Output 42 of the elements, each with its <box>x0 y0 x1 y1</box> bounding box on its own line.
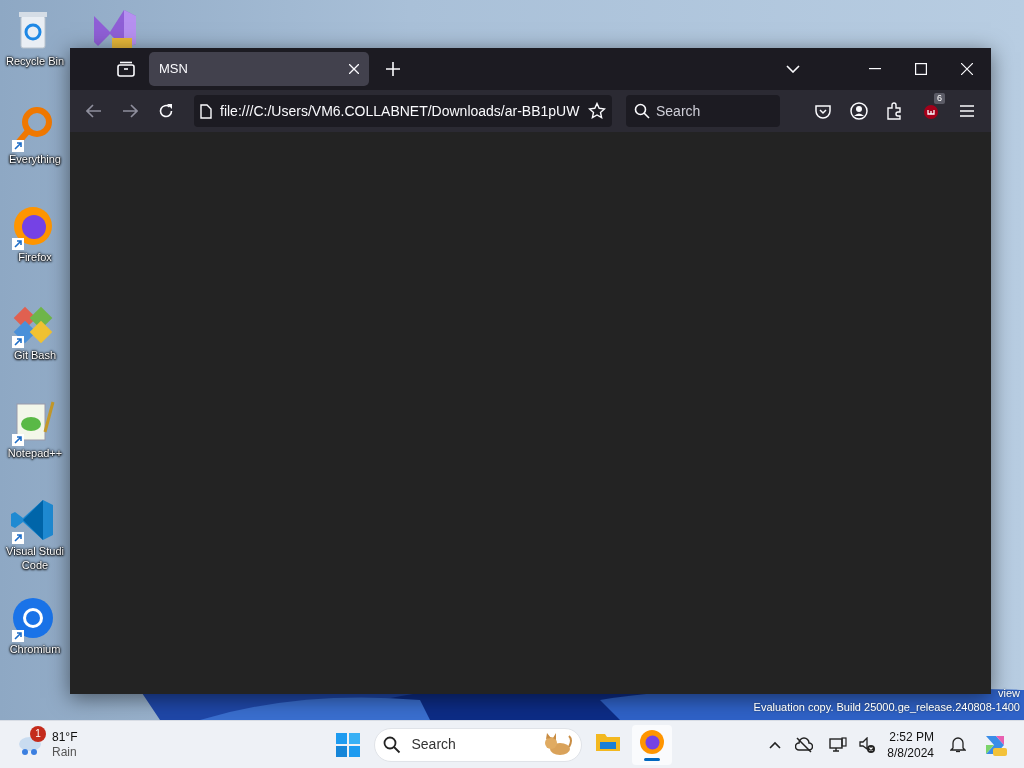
icon-label: Git Bash <box>12 348 58 362</box>
search-icon <box>634 103 650 119</box>
cat-icon <box>543 731 574 758</box>
icon-label: Recycle Bin <box>4 54 66 68</box>
star-icon[interactable] <box>588 102 606 120</box>
extension-badge: 6 <box>934 93 945 104</box>
url-text: file:///C:/Users/VM6.COLLABNET/Downloads/ar-BB1pUW <box>220 101 580 121</box>
browser-tab[interactable]: MSN <box>149 52 369 86</box>
clock[interactable]: 2:52 PM 8/8/2024 <box>887 728 934 761</box>
speaker-muted-icon[interactable] <box>859 736 876 753</box>
temperature-text: 81°F <box>52 729 78 745</box>
address-bar[interactable]: file:///C:/Users/VM6.COLLABNET/Downloads/ar-BB1pUW <box>194 95 612 127</box>
desktop-icon[interactable]: Visual Studi Code <box>0 496 70 586</box>
firefox-icon <box>638 728 667 756</box>
close-tab-icon[interactable] <box>349 64 359 74</box>
desktop-icon[interactable]: Git Bash <box>0 300 70 390</box>
bell-icon[interactable] <box>950 736 966 753</box>
taskbar-search-field[interactable]: Search <box>374 727 583 762</box>
desktop-icon[interactable]: Everything <box>0 104 70 194</box>
cloud-off-icon[interactable] <box>795 736 814 753</box>
search-placeholder: Search <box>411 735 457 754</box>
build-edition-text: view <box>998 686 1020 700</box>
search-placeholder: Search <box>656 101 701 121</box>
extension-icon[interactable] <box>923 103 939 119</box>
windows-start-icon[interactable] <box>336 732 361 757</box>
icon-label: Firefox <box>17 250 53 264</box>
notification-badge: 1 <box>30 726 46 742</box>
icon-label: Everything <box>8 152 62 166</box>
network-icon[interactable] <box>829 736 848 753</box>
build-info-text: Evaluation copy. Build 25000.ge_release.240808-1400 <box>753 700 1020 714</box>
desktop-icon[interactable]: Notepad++ <box>0 398 70 488</box>
page-icon <box>200 103 212 119</box>
icon-label: Notepad++ <box>6 446 64 460</box>
weather-condition-text: Rain <box>52 744 78 760</box>
desktop-icon[interactable]: Chromium <box>0 594 70 684</box>
search-icon <box>383 735 402 754</box>
desktop-icon[interactable]: Firefox <box>0 202 70 292</box>
desktop-icon[interactable]: Recycle Bin <box>0 6 70 96</box>
icon-label: Visual Studi Code <box>5 544 65 572</box>
taskbar-app[interactable] <box>632 724 673 765</box>
icon-label: Chromium <box>8 642 62 656</box>
search-field[interactable]: Search <box>626 95 780 127</box>
